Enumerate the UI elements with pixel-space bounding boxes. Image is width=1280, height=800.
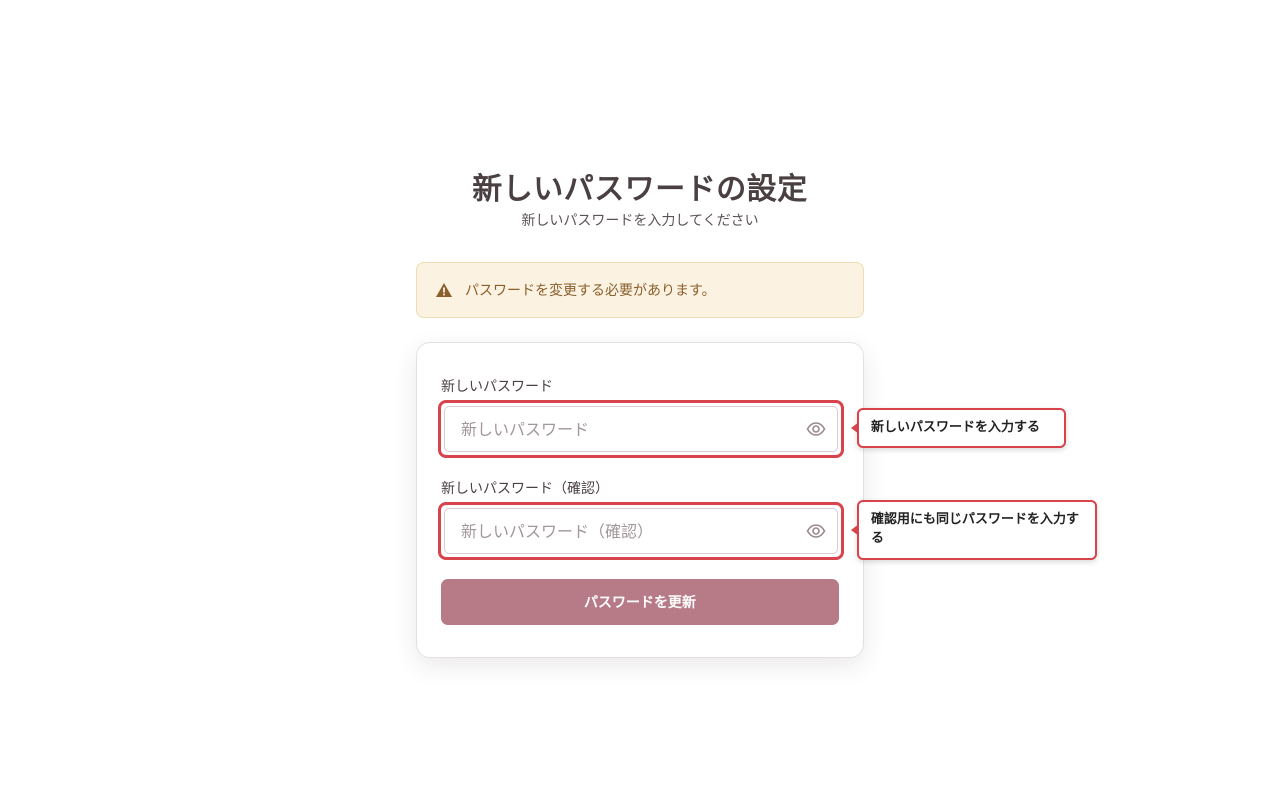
new-password-field <box>444 406 838 452</box>
new-password-highlight <box>438 400 844 458</box>
confirm-password-label: 新しいパスワード（確認） <box>441 481 609 497</box>
eye-icon[interactable] <box>805 418 827 440</box>
password-form-card: 新しいパスワード 新しいパスワード（確認） パスワードを更新 <box>416 342 864 658</box>
alert-message: パスワードを変更する必要があります。 <box>465 283 716 299</box>
update-password-button[interactable]: パスワードを更新 <box>441 579 839 625</box>
confirm-password-input[interactable] <box>461 521 805 541</box>
callout-text: 確認用にも同じパスワードを入力する <box>871 512 1080 546</box>
eye-icon[interactable] <box>805 520 827 542</box>
page-subtitle: 新しいパスワードを入力してください <box>521 213 759 229</box>
new-password-label: 新しいパスワード <box>441 379 553 395</box>
confirm-password-callout: 確認用にも同じパスワードを入力する <box>851 500 1097 560</box>
page-title: 新しいパスワードの設定 <box>472 172 808 207</box>
confirm-password-highlight <box>438 502 844 560</box>
confirm-password-field <box>444 508 838 554</box>
warning-alert: パスワードを変更する必要があります。 <box>416 262 864 318</box>
warning-triangle-icon <box>435 281 453 299</box>
new-password-callout: 新しいパスワードを入力する <box>851 408 1066 448</box>
password-reset-page: 新しいパスワードの設定 新しいパスワードを入力してください パスワードを変更する… <box>0 0 1280 800</box>
callout-text: 新しいパスワードを入力する <box>871 420 1041 435</box>
new-password-input[interactable] <box>461 419 805 439</box>
